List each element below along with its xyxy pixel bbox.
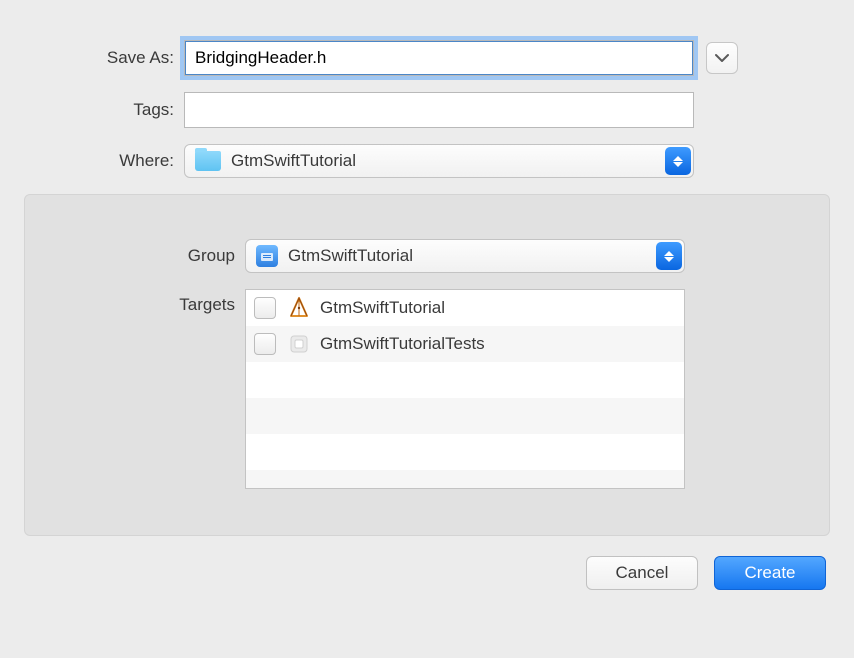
chevron-down-icon — [715, 53, 729, 63]
target-name: GtmSwiftTutorial — [320, 298, 445, 318]
tags-label: Tags: — [24, 100, 184, 120]
where-popup[interactable]: GtmSwiftTutorial — [184, 144, 694, 178]
target-name: GtmSwiftTutorialTests — [320, 334, 485, 354]
target-row-empty — [246, 398, 684, 434]
target-row: GtmSwiftTutorialTests — [246, 326, 684, 362]
save-as-input[interactable] — [184, 40, 694, 76]
group-row: Group GtmSwiftTutorial — [65, 239, 789, 273]
target-row-empty — [246, 362, 684, 398]
save-dialog: Save As: Tags: Where: GtmSwiftTutorial G… — [0, 0, 854, 610]
tags-input[interactable] — [184, 92, 694, 128]
button-bar: Cancel Create — [24, 536, 830, 590]
options-panel: Group GtmSwiftTutorial Targets — [24, 194, 830, 536]
targets-label: Targets — [65, 289, 245, 315]
where-folder-name: GtmSwiftTutorial — [231, 151, 356, 171]
targets-row: Targets GtmSwiftTutorial — [65, 289, 789, 489]
where-label: Where: — [24, 151, 184, 171]
group-label: Group — [65, 246, 245, 266]
save-as-label: Save As: — [24, 48, 184, 68]
app-target-icon — [286, 295, 312, 321]
updown-arrows-icon — [665, 147, 691, 175]
expand-button[interactable] — [706, 42, 738, 74]
target-row: GtmSwiftTutorial — [246, 290, 684, 326]
save-as-row: Save As: — [24, 40, 830, 76]
target-row-empty — [246, 470, 684, 489]
group-selected-name: GtmSwiftTutorial — [288, 246, 413, 266]
test-target-icon — [286, 331, 312, 357]
tags-row: Tags: — [24, 92, 830, 128]
target-checkbox[interactable] — [254, 297, 276, 319]
group-popup[interactable]: GtmSwiftTutorial — [245, 239, 685, 273]
where-row: Where: GtmSwiftTutorial — [24, 144, 830, 178]
folder-icon — [195, 151, 221, 171]
project-icon — [256, 245, 278, 267]
updown-arrows-icon — [656, 242, 682, 270]
target-checkbox[interactable] — [254, 333, 276, 355]
target-row-empty — [246, 434, 684, 470]
create-button[interactable]: Create — [714, 556, 826, 590]
cancel-button[interactable]: Cancel — [586, 556, 698, 590]
targets-list: GtmSwiftTutorial GtmSwiftTutorialTests — [245, 289, 685, 489]
